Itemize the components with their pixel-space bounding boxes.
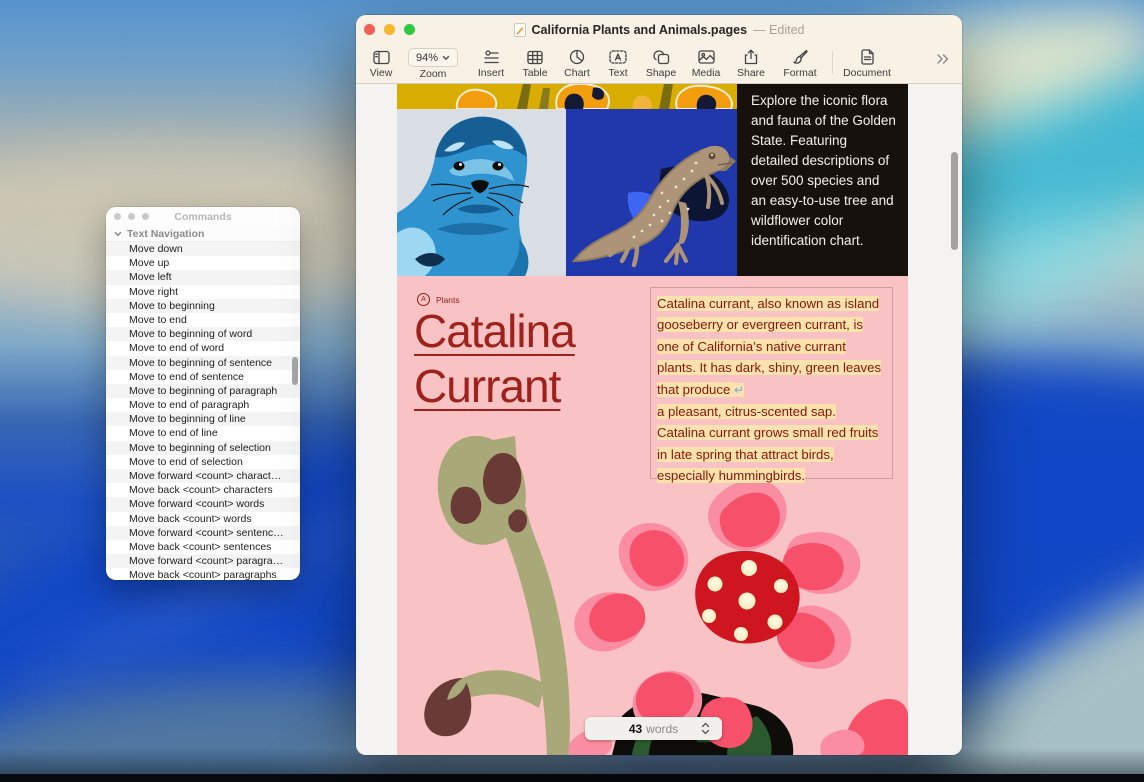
command-item[interactable]: Move back <count> words (106, 512, 300, 526)
word-count-pill[interactable]: 43 words (585, 717, 722, 740)
media-button[interactable]: Media (684, 44, 728, 83)
text-icon (609, 50, 627, 64)
window-title: California Plants and Animals.pages (532, 23, 748, 37)
screen-bottom-edge (0, 774, 1144, 782)
toolbar-overflow-button[interactable] (936, 44, 954, 83)
commands-section-label: Text Navigation (127, 228, 204, 240)
commands-list: Move down Move up Move left Move right M… (106, 242, 300, 580)
media-icon (698, 50, 715, 64)
commands-section-header[interactable]: Text Navigation (106, 226, 300, 242)
insert-icon (483, 50, 500, 65)
body-segment-1: Catalina currant, also known as island g… (657, 296, 881, 397)
seal-illustration (397, 109, 566, 276)
minimize-icon[interactable] (384, 24, 395, 35)
share-button[interactable]: Share (728, 44, 774, 83)
table-icon (527, 50, 543, 65)
body-text-box[interactable]: Catalina currant, also known as island g… (650, 287, 893, 479)
command-item[interactable]: Move to end of paragraph (106, 398, 300, 412)
command-item[interactable]: Move to end of selection (106, 455, 300, 469)
poppies-illustration (397, 84, 737, 109)
command-item[interactable]: Move to beginning of sentence (106, 356, 300, 370)
zoom-control[interactable]: 94% Zoom (398, 44, 468, 83)
command-item[interactable]: Move back <count> paragraphs (106, 568, 300, 580)
command-item[interactable]: Move forward <count> words (106, 497, 300, 511)
command-item[interactable]: Move to end of word (106, 341, 300, 355)
shape-button[interactable]: Shape (638, 44, 684, 83)
insert-button[interactable]: Insert (468, 44, 514, 83)
format-brush-icon (792, 49, 808, 65)
document-page[interactable]: Explore the iconic flora and fauna of th… (397, 84, 908, 755)
command-item[interactable]: Move forward <count> sentenc… (106, 526, 300, 540)
chart-button[interactable]: Chart (556, 44, 598, 83)
lizard-illustration (566, 109, 737, 276)
document-scrollbar[interactable] (951, 152, 958, 250)
toolbar-separator (832, 51, 833, 74)
command-item[interactable]: Move left (106, 270, 300, 284)
command-item[interactable]: Move forward <count> paragra… (106, 554, 300, 568)
command-item[interactable]: Move forward <count> charact… (106, 469, 300, 483)
document-icon (861, 49, 874, 65)
fullscreen-icon[interactable] (404, 24, 415, 35)
shape-icon (653, 50, 670, 65)
chart-icon (569, 49, 585, 65)
command-item[interactable]: Move down (106, 242, 300, 256)
document-button[interactable]: Document (839, 44, 895, 83)
commands-scrollbar[interactable] (292, 357, 298, 385)
table-button[interactable]: Table (514, 44, 556, 83)
zoom-value-button[interactable]: 94% (408, 48, 458, 67)
body-segment-2: a pleasant, citrus-scented sap. Catalina… (657, 404, 878, 483)
share-icon (744, 49, 758, 65)
command-item[interactable]: Move back <count> sentences (106, 540, 300, 554)
command-item[interactable]: Move back <count> characters (106, 483, 300, 497)
stepper-icon[interactable] (701, 722, 710, 735)
document-proxy-icon (514, 23, 526, 37)
view-button[interactable]: View (364, 44, 398, 83)
pages-toolbar: View 94% Zoom Insert Table Chart Text (356, 44, 962, 84)
desktop: { "commands_window": { "title": "Command… (0, 0, 1144, 782)
command-item[interactable]: Move to beginning (106, 299, 300, 313)
close-icon[interactable] (364, 24, 375, 35)
double-chevron-right-icon (936, 53, 950, 65)
command-item[interactable]: Move to end of sentence (106, 370, 300, 384)
command-item[interactable]: Move right (106, 285, 300, 299)
category-label: Plants (436, 295, 460, 305)
commands-window: Commands Text Navigation Move down Move … (106, 207, 300, 580)
pages-titlebar[interactable]: California Plants and Animals.pages — Ed… (356, 15, 962, 44)
command-item[interactable]: Move up (106, 256, 300, 270)
chevron-down-icon (442, 55, 450, 61)
command-item[interactable]: Move to beginning of paragraph (106, 384, 300, 398)
format-button[interactable]: Format (774, 44, 826, 83)
plants-section[interactable]: A Plants Catalina Currant Catalina curra… (397, 276, 908, 755)
pages-window: California Plants and Animals.pages — Ed… (356, 15, 962, 755)
command-item[interactable]: Move to end (106, 313, 300, 327)
window-title-edited: — Edited (753, 23, 804, 37)
word-count-unit: words (646, 722, 678, 736)
line-break-icon: ↵ (734, 383, 744, 397)
commands-window-title: Commands (106, 211, 300, 223)
chevron-down-icon (114, 230, 122, 238)
text-button[interactable]: Text (598, 44, 638, 83)
command-item[interactable]: Move to beginning of word (106, 327, 300, 341)
section-heading[interactable]: Catalina Currant (414, 304, 629, 414)
command-item[interactable]: Move to beginning of selection (106, 441, 300, 455)
intro-text-block[interactable]: Explore the iconic flora and fauna of th… (737, 84, 908, 276)
body-text: Catalina currant, also known as island g… (657, 293, 886, 487)
view-sidebar-icon (373, 50, 390, 65)
document-canvas[interactable]: Explore the iconic flora and fauna of th… (356, 84, 962, 755)
command-item[interactable]: Move to end of line (106, 426, 300, 440)
intro-text: Explore the iconic flora and fauna of th… (751, 93, 896, 248)
command-item[interactable]: Move to beginning of line (106, 412, 300, 426)
word-count-value: 43 (629, 722, 642, 736)
commands-titlebar[interactable]: Commands (106, 207, 300, 226)
